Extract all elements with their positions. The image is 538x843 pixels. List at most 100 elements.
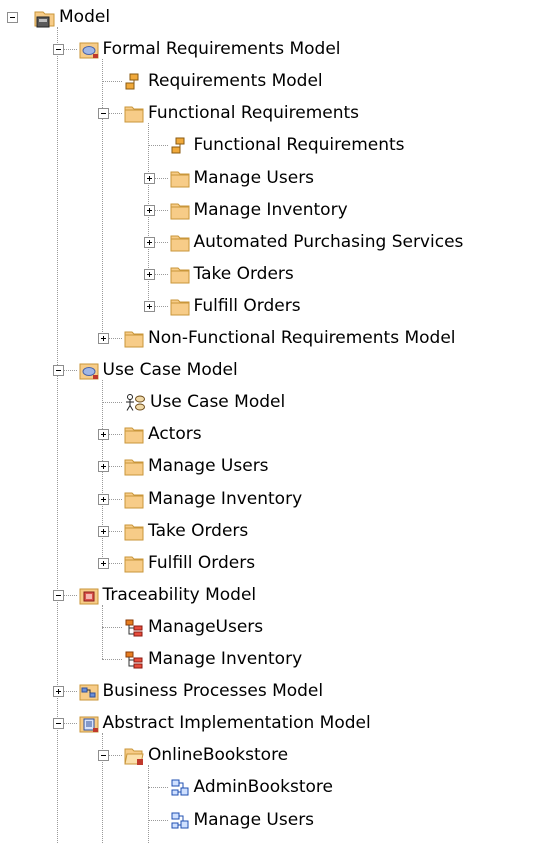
tree-connector-line (102, 81, 122, 83)
expand-toggle[interactable] (98, 333, 109, 344)
business-process-model-icon (79, 682, 99, 702)
folder-icon (170, 201, 190, 221)
root-model-icon (33, 8, 55, 28)
tree-node[interactable]: Manage Users (0, 456, 538, 488)
tree-node[interactable]: Abstract Implementation Model (0, 713, 538, 745)
folder-icon (124, 522, 144, 542)
folder-icon (170, 233, 190, 253)
folder-icon (124, 457, 144, 477)
open-folder-icon (124, 746, 144, 766)
collapse-toggle[interactable] (52, 718, 64, 730)
folder-icon (124, 490, 144, 510)
tree-node-label[interactable]: Manage Inventory (193, 200, 349, 220)
tree-node-label[interactable]: Manage Users (147, 456, 270, 476)
tree-node-label[interactable]: Traceability Model (102, 585, 258, 605)
tree-node-label[interactable]: Actors (147, 424, 203, 444)
tree-node-label[interactable]: Use Case Model (149, 392, 286, 412)
tree-node[interactable]: Functional Requirements (0, 103, 538, 135)
tree-node[interactable]: Model (0, 7, 538, 39)
expand-toggle[interactable] (98, 429, 109, 441)
tree-node[interactable]: Manage Inventory (0, 200, 538, 232)
tree-node[interactable]: Use Case Model (0, 392, 538, 424)
expand-toggle[interactable] (98, 557, 109, 569)
tree-node[interactable]: Use Case Model (0, 360, 538, 392)
tree-node[interactable]: AdminBookstore (0, 777, 538, 809)
tree-connector-line (147, 819, 168, 821)
tree-node-label[interactable]: Functional Requirements (147, 103, 360, 123)
tree-node[interactable]: Fulfill Orders (0, 296, 538, 328)
expand-toggle[interactable] (143, 236, 155, 248)
expand-toggle[interactable] (143, 172, 155, 184)
tree-node-label[interactable]: Business Processes Model (102, 681, 325, 701)
tree-connector-line (102, 402, 122, 404)
tree-node[interactable]: Business Processes Model (0, 681, 538, 713)
tree-node-label[interactable]: Requirements Model (147, 71, 324, 91)
tree-node[interactable]: Traceability Model (0, 585, 538, 617)
collapse-toggle[interactable] (98, 108, 109, 120)
tree-node-label[interactable]: ManageUsers (147, 617, 264, 637)
folder-icon (124, 329, 144, 349)
folder-icon (124, 554, 144, 574)
tree-node[interactable]: Requirements Model (0, 71, 538, 103)
traceability-diagram-icon (124, 618, 144, 638)
traceability-diagram-icon (124, 650, 144, 670)
collapse-toggle[interactable] (52, 44, 64, 56)
folder-icon (170, 297, 190, 317)
tree-node[interactable]: OnlineBookstore (0, 745, 538, 777)
expand-toggle[interactable] (98, 461, 109, 473)
tree-connector-line (147, 787, 168, 789)
tree-node-label[interactable]: Take Orders (147, 521, 249, 541)
tree-node[interactable]: Take Orders (0, 521, 538, 553)
tree-node-label[interactable]: Manage Users (193, 810, 316, 830)
requirements-diagram-icon (170, 136, 190, 156)
tree-node-label[interactable]: AdminBookstore (193, 777, 335, 797)
implementation-model-icon (79, 714, 99, 734)
tree-node-label[interactable]: Abstract Implementation Model (102, 713, 372, 733)
tree-node-label[interactable]: Model (58, 7, 111, 27)
tree-connector-line (102, 626, 122, 628)
tree-node[interactable]: Non-Functional Requirements Model (0, 328, 538, 360)
tree-node[interactable]: Automated Purchasing Services (0, 232, 538, 264)
tree-node-label[interactable]: Functional Requirements (193, 135, 406, 155)
tree-node-label[interactable]: Manage Inventory (147, 489, 303, 509)
folder-icon (170, 265, 190, 285)
tree-node-label[interactable]: Fulfill Orders (193, 296, 302, 316)
tree-node[interactable]: Manage Inventory (0, 489, 538, 521)
tree-connector-line (102, 659, 122, 660)
expand-toggle[interactable] (143, 300, 155, 312)
tree-node-label[interactable]: Non-Functional Requirements Model (147, 328, 457, 348)
use-case-diagram-icon (124, 393, 145, 413)
package-model-icon (79, 361, 99, 381)
tree-node[interactable]: ManageUsers (0, 617, 538, 649)
class-diagram-icon (170, 811, 190, 831)
tree-node-label[interactable]: Formal Requirements Model (102, 39, 342, 59)
tree-node[interactable]: Manage Users (0, 810, 538, 842)
tree-node-label[interactable]: Fulfill Orders (147, 553, 256, 573)
expand-toggle[interactable] (98, 525, 109, 537)
tree-node[interactable]: Manage Inventory (0, 649, 538, 681)
expand-toggle[interactable] (52, 686, 64, 698)
folder-icon (170, 169, 190, 189)
tree-node-label[interactable]: Manage Users (193, 168, 316, 188)
tree-node[interactable]: Actors (0, 424, 538, 456)
requirements-diagram-icon (124, 72, 144, 92)
collapse-toggle[interactable] (98, 750, 109, 762)
collapse-toggle[interactable] (7, 12, 18, 23)
tree-node-label[interactable]: Manage Inventory (147, 649, 303, 669)
collapse-toggle[interactable] (52, 589, 64, 601)
expand-toggle[interactable] (98, 493, 109, 505)
tree-node[interactable]: Take Orders (0, 264, 538, 296)
project-browser-tree: Model Formal Requirements Model Requiremen… (0, 0, 538, 843)
tree-node-label[interactable]: Use Case Model (102, 360, 239, 380)
expand-toggle[interactable] (143, 268, 155, 280)
tree-node[interactable]: Formal Requirements Model (0, 39, 538, 71)
tree-node-label[interactable]: Automated Purchasing Services (193, 232, 465, 252)
tree-node-label[interactable]: Take Orders (193, 264, 295, 284)
tree-node[interactable]: Fulfill Orders (0, 553, 538, 585)
tree-node[interactable]: Functional Requirements (0, 135, 538, 167)
tree-node-label[interactable]: OnlineBookstore (147, 745, 289, 765)
collapse-toggle[interactable] (52, 365, 64, 377)
tree-node[interactable]: Manage Users (0, 168, 538, 200)
expand-toggle[interactable] (143, 204, 155, 216)
folder-icon (124, 425, 144, 445)
